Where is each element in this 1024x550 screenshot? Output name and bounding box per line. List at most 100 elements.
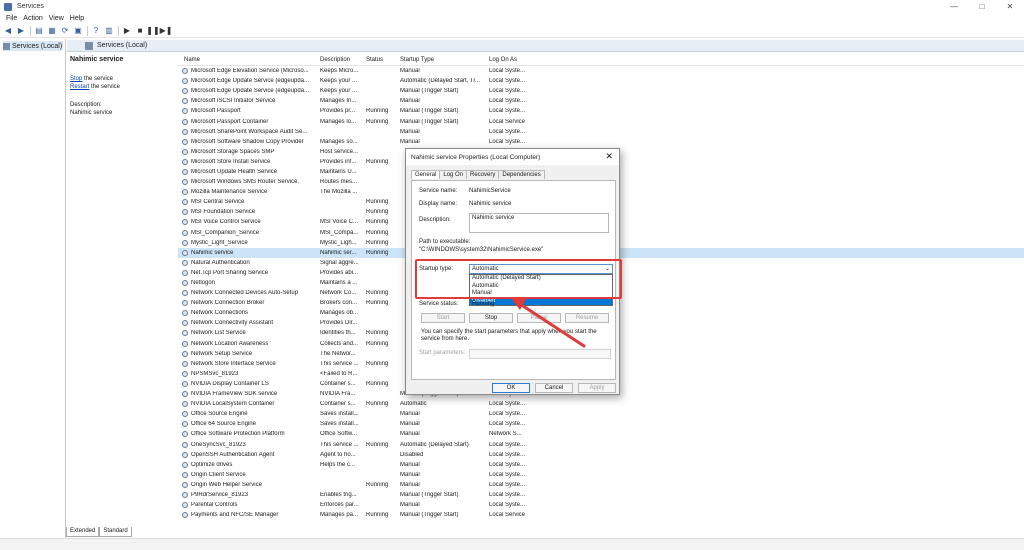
- row-description: Provides abi...: [320, 269, 359, 276]
- tree-item-services-local[interactable]: Services (Local): [3, 41, 63, 51]
- row-name-text: Net.Tcp Port Sharing Service: [191, 269, 269, 276]
- row-description: Container s...: [320, 380, 356, 387]
- close-button[interactable]: ✕: [996, 0, 1024, 13]
- cancel-button[interactable]: Cancel: [535, 383, 573, 393]
- display-name-value: Nahimic service: [469, 201, 512, 207]
- pause-button[interactable]: Pause: [517, 313, 561, 323]
- row-startup-type: Manual: [400, 98, 420, 105]
- tab-standard[interactable]: Standard: [99, 527, 132, 537]
- table-row[interactable]: Microsoft Passport Provides pr... Running M…: [178, 106, 1024, 116]
- path-label: Path to executable:: [419, 239, 471, 245]
- column-startup-type[interactable]: Startup Type: [394, 57, 483, 63]
- service-gear-icon: [182, 461, 188, 468]
- table-row[interactable]: NVIDIA LocalSystem Container Container s.…: [178, 399, 1024, 409]
- row-name-text: Network Connection Broker: [191, 300, 265, 307]
- service-gear-icon: [182, 219, 188, 226]
- row-name: Microsoft iSCSI Initiator Service: [178, 98, 314, 105]
- tab-dependencies[interactable]: Dependencies: [498, 170, 545, 179]
- start-button[interactable]: Start: [421, 313, 465, 323]
- column-status[interactable]: Status: [360, 57, 394, 63]
- start-service-icon[interactable]: ▶: [122, 26, 132, 36]
- start-parameters-input[interactable]: [469, 349, 611, 359]
- row-name: Microsoft Passport: [178, 108, 314, 115]
- table-row[interactable]: Optimize drives Helps the c... Manual Local…: [178, 460, 1024, 470]
- tab-general[interactable]: General: [411, 170, 441, 179]
- column-name[interactable]: Name: [178, 57, 314, 63]
- row-status: Running: [366, 401, 389, 408]
- table-row[interactable]: Microsoft iSCSI Initiator Service Manages…: [178, 96, 1024, 106]
- table-row[interactable]: P9RdrService_81923 Enables trig... Manual …: [178, 490, 1024, 500]
- table-row[interactable]: OneSyncSvc_81923 This service ... Running A…: [178, 439, 1024, 449]
- details-icon[interactable]: ▥: [104, 26, 114, 36]
- row-description: Saves install...: [320, 421, 359, 428]
- row-name: NVIDIA FrameView SDK service: [178, 391, 314, 398]
- row-name: MSI Central Service: [178, 199, 314, 206]
- restart-service-icon[interactable]: ▶❚: [160, 26, 173, 36]
- back-arrow-icon[interactable]: ◀: [3, 26, 13, 36]
- table-row[interactable]: Microsoft Edge Update Service (edgeupda.…: [178, 76, 1024, 86]
- service-gear-icon: [182, 471, 188, 478]
- forward-arrow-icon[interactable]: ▶: [16, 26, 26, 36]
- description-label: Description:: [70, 102, 102, 108]
- pause-service-icon[interactable]: ❚❚: [146, 26, 159, 36]
- selected-service-name: Nahimic service: [70, 56, 124, 63]
- table-row[interactable]: Origin Web Helper Service Running Manual Lo…: [178, 480, 1024, 490]
- menu-help[interactable]: Help: [70, 15, 84, 22]
- row-name-text: Parental Controls: [191, 502, 238, 509]
- tree-item-label: Services (Local): [12, 42, 63, 50]
- stop-service-link[interactable]: Stop: [70, 76, 82, 82]
- row-name-text: Payments and NFC/SE Manager: [191, 512, 279, 519]
- services-app-icon: [4, 2, 12, 11]
- table-row[interactable]: Origin Client Service Manual Local Syste..…: [178, 470, 1024, 480]
- minimize-button[interactable]: —: [940, 0, 968, 13]
- row-description: MSI_Compa...: [320, 229, 359, 236]
- table-row[interactable]: Office 64 Source Engine Saves install... M…: [178, 419, 1024, 429]
- row-name-text: Origin Web Helper Service: [191, 481, 262, 488]
- menu-action[interactable]: Action: [23, 15, 42, 22]
- table-row[interactable]: Microsoft Edge Elevation Service (Micros…: [178, 66, 1024, 76]
- table-row[interactable]: Microsoft Edge Update Service (edgeupda.…: [178, 86, 1024, 96]
- table-row[interactable]: Microsoft SharePoint Workspace Audit Se.…: [178, 127, 1024, 137]
- tab-recovery[interactable]: Recovery: [466, 170, 500, 179]
- table-row[interactable]: Payments and NFC/SE Manager Manages pa...…: [178, 510, 1024, 520]
- row-description: Brokers con...: [320, 300, 358, 307]
- column-log-on-as[interactable]: Log On As: [483, 57, 543, 63]
- service-gear-icon: [182, 370, 188, 377]
- row-name-text: Microsoft Software Shadow Copy Provider: [191, 138, 304, 145]
- restart-service-link[interactable]: Restart: [70, 84, 89, 90]
- apply-button[interactable]: Apply: [578, 383, 616, 393]
- console-tree-icon[interactable]: ▤: [34, 26, 44, 36]
- tab-log-on[interactable]: Log On: [439, 170, 468, 179]
- row-name: NVIDIA Display Container LS: [178, 380, 314, 387]
- table-row[interactable]: Microsoft Software Shadow Copy Provider M…: [178, 137, 1024, 147]
- row-name-text: MSI Central Service: [191, 199, 245, 206]
- row-log-on-as: Local Syste...: [489, 68, 526, 75]
- dialog-close-icon[interactable]: ✕: [605, 151, 613, 162]
- table-row[interactable]: Microsoft Passport Container Manages lo..…: [178, 116, 1024, 126]
- table-row[interactable]: Office Software Protection Platform Offic…: [178, 429, 1024, 439]
- column-description[interactable]: Description: [314, 57, 360, 63]
- export-list-icon[interactable]: ▣: [73, 26, 83, 36]
- menu-file[interactable]: File: [6, 15, 17, 22]
- refresh-icon[interactable]: ⟳: [60, 26, 70, 36]
- row-name-text: Origin Client Service: [191, 471, 246, 478]
- menu-view[interactable]: View: [49, 15, 64, 22]
- row-name: NVIDIA LocalSystem Container: [178, 401, 314, 408]
- properties-icon[interactable]: ▦: [47, 26, 57, 36]
- row-startup-type: Manual: [400, 68, 420, 75]
- maximize-button[interactable]: □: [968, 0, 996, 13]
- ok-button[interactable]: OK: [492, 383, 530, 393]
- resume-button[interactable]: Resume: [565, 313, 609, 323]
- row-status: Running: [366, 340, 389, 347]
- service-gear-icon: [182, 441, 188, 448]
- service-gear-icon: [182, 391, 188, 398]
- table-row[interactable]: Parental Controls Enforces par... Manual Lo…: [178, 500, 1024, 510]
- tab-extended[interactable]: Extended: [66, 527, 100, 537]
- stop-button[interactable]: Stop: [469, 313, 513, 323]
- row-name-text: Microsoft Edge Elevation Service (Micros…: [191, 68, 309, 75]
- stop-service-icon[interactable]: ■: [135, 26, 145, 36]
- table-row[interactable]: Office Source Engine Saves install... Manu…: [178, 409, 1024, 419]
- row-status: Running: [366, 249, 389, 256]
- help-icon[interactable]: ?: [91, 26, 101, 36]
- table-row[interactable]: OpenSSH Authentication Agent Agent to ho.…: [178, 450, 1024, 460]
